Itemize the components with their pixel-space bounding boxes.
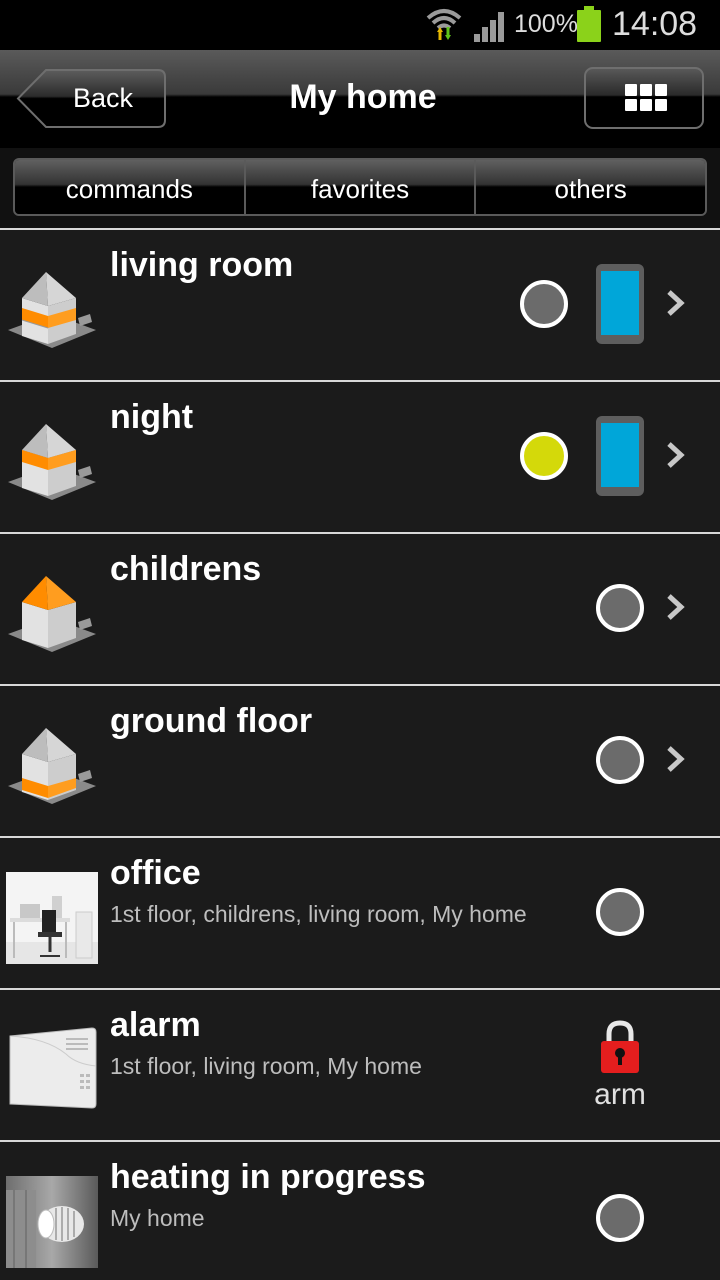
office-photo <box>6 872 98 964</box>
signal-icon <box>474 12 504 42</box>
item-subtitle: My home <box>110 1205 205 1231</box>
radiator-valve-photo <box>6 1176 98 1268</box>
list-item-alarm[interactable]: alarm 1st floor, living room, My home ar… <box>0 988 720 1140</box>
item-title: alarm <box>110 1006 201 1044</box>
phone-icon[interactable] <box>596 416 644 496</box>
arm-button-label[interactable]: arm <box>580 1078 660 1112</box>
house-icon <box>8 424 96 500</box>
list-item-living-room[interactable]: living room <box>0 228 720 380</box>
house-icon <box>8 728 96 804</box>
tab-others[interactable]: others <box>476 160 705 214</box>
status-indicator[interactable] <box>596 888 644 936</box>
status-indicator[interactable] <box>596 736 644 784</box>
item-subtitle: 1st floor, living room, My home <box>110 1053 422 1079</box>
page-title: My home <box>289 78 437 116</box>
item-title: ground floor <box>110 702 313 740</box>
list-item-night[interactable]: night <box>0 380 720 532</box>
item-subtitle: 1st floor, childrens, living room, My ho… <box>110 901 527 927</box>
chevron-right-icon[interactable] <box>664 744 688 774</box>
list-item-heating-in-progress[interactable]: heating in progress My home <box>0 1140 720 1280</box>
battery-percent: 100% <box>514 10 578 38</box>
alarm-device-photo <box>6 1024 98 1116</box>
clock: 14:08 <box>612 5 698 43</box>
item-title: living room <box>110 246 294 284</box>
tab-bar: commands favorites others <box>13 158 707 216</box>
house-icon <box>8 576 96 652</box>
item-title: night <box>110 398 194 436</box>
list-item-office[interactable]: office 1st floor, childrens, living room… <box>0 836 720 988</box>
status-indicator[interactable] <box>596 1194 644 1242</box>
status-indicator[interactable] <box>520 432 568 480</box>
grid-menu-icon <box>625 84 667 112</box>
item-title: office <box>110 854 201 892</box>
tab-bar-container: commands favorites others <box>0 148 720 228</box>
house-icon <box>8 272 96 348</box>
status-indicator[interactable] <box>596 584 644 632</box>
list-item-childrens[interactable]: childrens <box>0 532 720 684</box>
tab-favorites[interactable]: favorites <box>245 160 477 214</box>
wifi-icon <box>426 9 462 40</box>
lock-icon[interactable] <box>600 1020 640 1074</box>
status-indicator[interactable] <box>520 280 568 328</box>
item-title: childrens <box>110 550 262 588</box>
status-bar: 100% 14:08 <box>0 0 720 50</box>
tab-commands[interactable]: commands <box>15 160 246 214</box>
chevron-right-icon[interactable] <box>664 288 688 318</box>
battery-icon <box>577 6 601 42</box>
back-button[interactable]: Back <box>16 68 166 128</box>
scenario-list: living room night childrens ground floor… <box>0 228 720 1280</box>
chevron-right-icon[interactable] <box>664 592 688 622</box>
chevron-right-icon[interactable] <box>664 440 688 470</box>
grid-menu-button[interactable] <box>584 67 704 129</box>
phone-icon[interactable] <box>596 264 644 344</box>
action-bar: Back My home <box>0 50 720 148</box>
back-label: Back <box>72 83 134 113</box>
item-title: heating in progress <box>110 1158 426 1196</box>
list-item-ground-floor[interactable]: ground floor <box>0 684 720 836</box>
